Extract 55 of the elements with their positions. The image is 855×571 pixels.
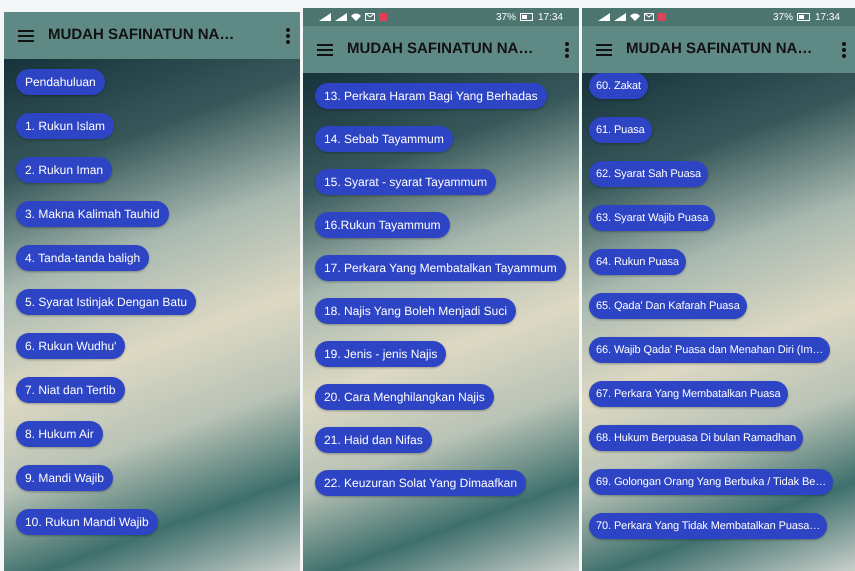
chapter-button[interactable]: 10. Rukun Mandi Wajib	[16, 509, 158, 535]
chapter-button[interactable]: 9. Mandi Wajib	[16, 465, 113, 491]
signal-icon	[614, 13, 626, 21]
chapter-button[interactable]: 21. Haid dan Nifas	[315, 427, 432, 453]
chapter-button[interactable]: 3. Makna Kalimah Tauhid	[16, 201, 169, 227]
chapter-button[interactable]: 14. Sebab Tayammum	[315, 126, 453, 152]
chapter-button[interactable]: 4. Tanda-tanda baligh	[16, 245, 150, 271]
chapter-button[interactable]: 20. Cara Menghilangkan Najis	[315, 384, 494, 410]
chapter-button[interactable]: 2. Rukun Iman	[16, 157, 112, 183]
app-title: MUDAH SAFINATUN NA…	[347, 39, 534, 60]
signal-icon	[319, 13, 331, 21]
chapter-button[interactable]: 17. Perkara Yang Membatalkan Tayammum	[315, 255, 566, 281]
clock-time: 17:34	[814, 10, 840, 24]
menu-icon[interactable]	[18, 30, 34, 42]
battery-icon	[520, 13, 534, 21]
more-options-icon[interactable]	[286, 28, 290, 44]
battery-icon	[796, 13, 811, 21]
chapter-button[interactable]: 18. Najis Yang Boleh Menjadi Suci	[315, 298, 516, 324]
menu-icon[interactable]	[317, 44, 333, 56]
chapter-button[interactable]: 68. Hukum Berpuasa Di bulan Ramadhan	[589, 425, 804, 451]
chapter-button[interactable]: Pendahuluan	[16, 69, 105, 95]
chapter-button[interactable]: 64. Rukun Puasa	[589, 249, 686, 275]
battery-percent: 37%	[496, 10, 516, 24]
chapter-button[interactable]: 62. Syarat Sah Puasa	[589, 161, 708, 187]
menu-icon[interactable]	[596, 44, 612, 56]
clock-time: 17:34	[538, 10, 563, 24]
mail-icon	[644, 13, 654, 21]
chapter-button[interactable]: 8. Hukum Air	[16, 421, 103, 447]
chapter-button[interactable]: 5. Syarat Istinjak Dengan Batu	[16, 289, 196, 315]
chapter-button[interactable]: 60. Zakat	[589, 73, 648, 99]
chapter-button[interactable]: 63. Syarat Wajib Puasa	[589, 205, 716, 231]
chapter-button[interactable]: 22. Keuzuran Solat Yang Dimaafkan	[315, 470, 526, 496]
signal-icon	[335, 13, 347, 21]
app-title: MUDAH SAFINATUN NA…	[626, 39, 814, 60]
chapter-button[interactable]: 65. Qada' Dan Kafarah Puasa	[589, 293, 747, 319]
chapter-button[interactable]: 67. Perkara Yang Membatalkan Puasa	[589, 381, 788, 407]
chapter-button[interactable]: 66. Wajib Qada' Puasa dan Menahan Diri (Im…	[589, 337, 830, 363]
chapter-button[interactable]: 13. Perkara Haram Bagi Yang Berhadas	[315, 83, 547, 109]
chapter-button[interactable]: 1. Rukun Islam	[16, 113, 114, 139]
chapter-button[interactable]: 16.Rukun Tayammum	[315, 212, 450, 238]
chapter-button[interactable]: 61. Puasa	[589, 117, 652, 143]
signal-icon	[598, 13, 610, 21]
chapter-button[interactable]: 70. Perkara Yang Tidak Membatalkan Puasa…	[589, 513, 828, 539]
wifi-icon	[351, 13, 361, 21]
chapter-button[interactable]: 19. Jenis - jenis Najis	[315, 341, 446, 367]
wifi-icon	[630, 13, 640, 21]
chapter-button[interactable]: 7. Niat dan Tertib	[16, 377, 124, 403]
chapter-button[interactable]: 69. Golongan Orang Yang Berbuka / Tidak Be…	[589, 469, 834, 495]
chapter-button[interactable]: 6. Rukun Wudhu'	[16, 333, 126, 359]
more-options-icon[interactable]	[565, 42, 569, 58]
app-title: MUDAH SAFINATUN NA…	[48, 25, 236, 46]
chapter-button[interactable]: 15. Syarat - syarat Tayammum	[315, 169, 496, 195]
more-options-icon[interactable]	[842, 42, 846, 58]
mail-icon	[365, 13, 375, 21]
battery-percent: 37%	[772, 10, 793, 24]
